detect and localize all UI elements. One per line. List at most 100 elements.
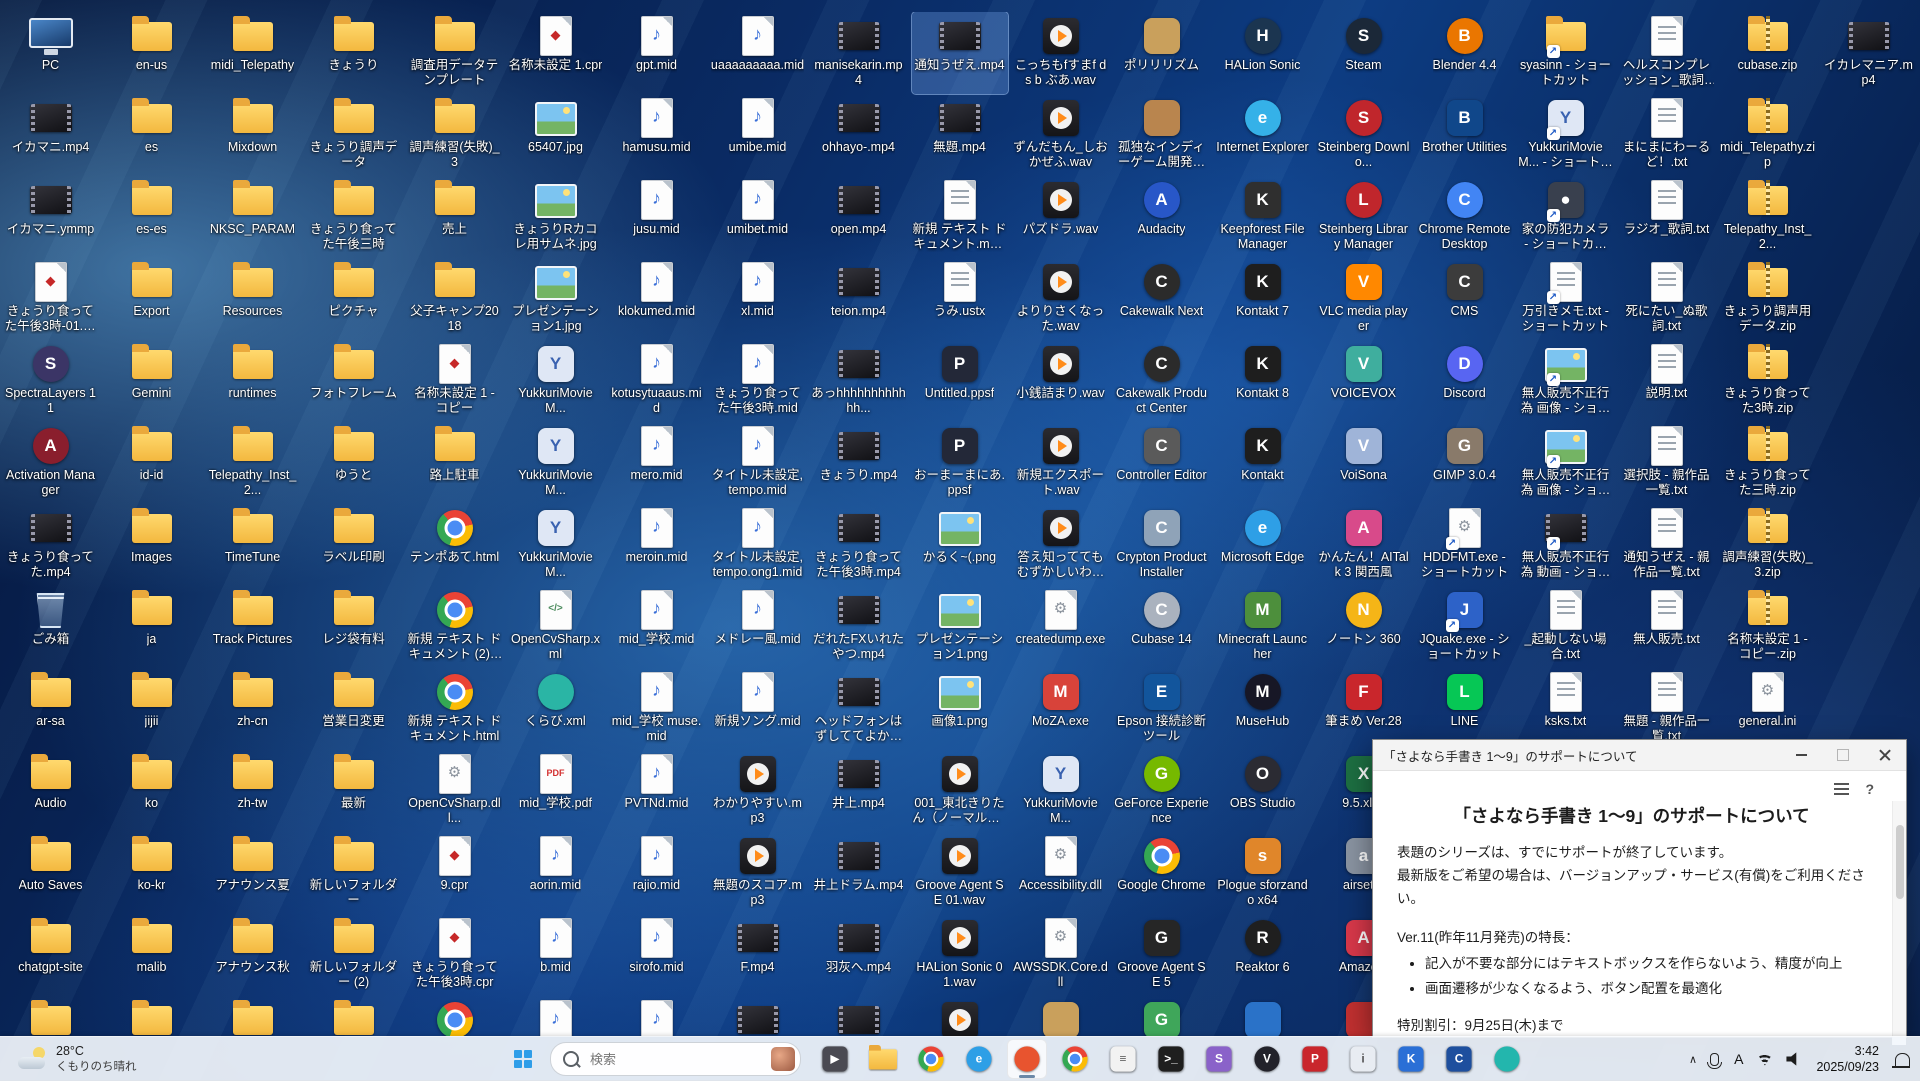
desktop-icon[interactable] <box>306 996 402 1036</box>
desktop-icon[interactable]: SSteam <box>1316 12 1412 94</box>
desktop-icon[interactable]: 路上駐車 <box>407 422 503 504</box>
desktop-icon[interactable]: LSteinberg Library Manager <box>1316 176 1412 258</box>
desktop-icon[interactable]: 父子キャンプ2018 <box>407 258 503 340</box>
tray-chevron-icon[interactable]: ∧ <box>1689 1053 1697 1066</box>
desktop-icon[interactable]: 新しいフォルダー <box>306 832 402 914</box>
desktop-icon[interactable]: ar-sa <box>3 668 99 750</box>
desktop-icon[interactable]: TimeTune <box>205 504 301 586</box>
desktop-icon[interactable]: ♪mid_学校.mid <box>609 586 705 668</box>
desktop-icon[interactable] <box>104 996 200 1036</box>
desktop-icon[interactable]: 65407.jpg <box>508 94 604 176</box>
desktop-icon[interactable]: こっちもfすまf d s b ぶあ.wav <box>1013 12 1109 94</box>
desktop-icon[interactable] <box>1215 996 1311 1036</box>
desktop-icon[interactable]: ⚙OpenCvSharp.dll... <box>407 750 503 832</box>
desktop-icon[interactable]: 無題 - 親作品一覧.txt <box>1619 668 1715 750</box>
desktop-icon[interactable]: フォトフレーム <box>306 340 402 422</box>
desktop-icon[interactable]: Images <box>104 504 200 586</box>
taskbar-app-browser-2[interactable] <box>1055 1039 1095 1079</box>
desktop-icon[interactable]: KKontakt 7 <box>1215 258 1311 340</box>
dialog-titlebar[interactable]: 「さよなら手書き 1〜9」のサポートについて <box>1373 740 1906 771</box>
taskbar-app-voicevox[interactable]: V <box>1247 1039 1287 1079</box>
desktop-icon[interactable]: VVLC media player <box>1316 258 1412 340</box>
desktop-icon[interactable]: 無題.mp4 <box>912 94 1008 176</box>
desktop-icon[interactable]: GGeForce Experience <box>1114 750 1210 832</box>
desktop-icon[interactable]: きょうり調声データ <box>306 94 402 176</box>
desktop-icon[interactable]: ⚙Accessibility.dll <box>1013 832 1109 914</box>
desktop-icon[interactable]: YYukkuriMovieM... <box>508 422 604 504</box>
desktop-icon[interactable]: G <box>1114 996 1210 1036</box>
desktop-icon[interactable]: 001_東北きりたん（ノーマル）_少しキ... <box>912 750 1008 832</box>
desktop-icon[interactable]: CCrypton Product Installer <box>1114 504 1210 586</box>
desktop-icon[interactable]: イカマニ.ymmp <box>3 176 99 258</box>
desktop-icon[interactable]: _起動しない場合.txt <box>1518 586 1614 668</box>
taskbar-app-music-app[interactable] <box>1007 1039 1047 1079</box>
desktop-icon[interactable]: ♪タイトル未設定, tempo.ong1.mid <box>710 504 806 586</box>
desktop-icon[interactable]: CCubase 14 <box>1114 586 1210 668</box>
desktop-icon[interactable]: YYukkuriMovieM... <box>1013 750 1109 832</box>
desktop-icon[interactable]: ♪mid_学校 muse.mid <box>609 668 705 750</box>
desktop-icon[interactable]: ♪sirofo.mid <box>609 914 705 996</box>
desktop-icon[interactable]: 売上 <box>407 176 503 258</box>
desktop-icon[interactable]: だれたFXいれたやつ.mp4 <box>811 586 907 668</box>
desktop-icon[interactable]: 調査用データテンプレート <box>407 12 503 94</box>
desktop-icon[interactable]: 井上.mp4 <box>811 750 907 832</box>
desktop-icon[interactable]: ♪xl.mid <box>710 258 806 340</box>
desktop-icon[interactable]: eInternet Explorer <box>1215 94 1311 176</box>
desktop-icon[interactable]: midi_Telepathy <box>205 12 301 94</box>
desktop-icon[interactable]: 調声練習(失敗)_3 <box>407 94 503 176</box>
desktop-icon[interactable]: Nノートン 360 <box>1316 586 1412 668</box>
desktop-icon[interactable]: ⚙general.ini <box>1720 668 1816 750</box>
desktop-icon[interactable]: sPlogue sforzando x64 <box>1215 832 1311 914</box>
desktop-icon[interactable]: ♪タイトル未設定, tempo.mid <box>710 422 806 504</box>
desktop-icon[interactable]: Telepathy_Inst_2... <box>1720 176 1816 258</box>
desktop-icon[interactable]: ♪ <box>508 996 604 1036</box>
desktop-icon[interactable]: 説明.txt <box>1619 340 1715 422</box>
desktop-icon[interactable]: Audio <box>3 750 99 832</box>
desktop-icon[interactable]: ♪新規ソング.mid <box>710 668 806 750</box>
desktop-icon[interactable]: ♪mero.mid <box>609 422 705 504</box>
desktop-icon[interactable]: ピクチャ <box>306 258 402 340</box>
desktop-icon[interactable]: CController Editor <box>1114 422 1210 504</box>
desktop-icon[interactable]: ♪uaaaaaaaaa.mid <box>710 12 806 94</box>
taskbar-app-media-app[interactable]: ▶ <box>815 1039 855 1079</box>
desktop-icon[interactable]: 調声練習(失敗)_3.zip <box>1720 504 1816 586</box>
desktop-icon[interactable]: 新規 テキスト ドキュメント.html <box>407 668 503 750</box>
desktop-icon[interactable]: CCakewalk Product Center <box>1114 340 1210 422</box>
desktop-icon[interactable]: ♪メドレー風.mid <box>710 586 806 668</box>
desktop-icon[interactable]: ♪きょうり食ってた午後3時.mid <box>710 340 806 422</box>
desktop-icon[interactable]: 羽灰へ.mp4 <box>811 914 907 996</box>
help-icon[interactable]: ? <box>1865 781 1874 797</box>
taskbar-app-chrome[interactable] <box>911 1039 951 1079</box>
desktop-icon[interactable]: ↗syasinn - ショートカット <box>1518 12 1614 94</box>
desktop-icon[interactable]: LLINE <box>1417 668 1513 750</box>
desktop-icon[interactable]: eMicrosoft Edge <box>1215 504 1311 586</box>
desktop-icon[interactable]: きょうり食ってた午後三時 <box>306 176 402 258</box>
desktop-icon[interactable]: ♪meroin.mid <box>609 504 705 586</box>
desktop-icon[interactable]: 最新 <box>306 750 402 832</box>
desktop-icon[interactable]: きょうり食ってた.mp4 <box>3 504 99 586</box>
desktop-icon[interactable]: VVoiSona <box>1316 422 1412 504</box>
desktop-icon[interactable]: ♪kotusytuaaus.mid <box>609 340 705 422</box>
desktop-icon[interactable]: ヘッドフォンはずしててよかった.mp4 <box>811 668 907 750</box>
desktop-icon[interactable]: id-id <box>104 422 200 504</box>
desktop-icon[interactable]: ◆名称未設定 1.cpr <box>508 12 604 94</box>
microphone-icon[interactable] <box>1710 1053 1719 1066</box>
desktop-icon[interactable]: chatgpt-site <box>3 914 99 996</box>
desktop-icon[interactable]: ゆうと <box>306 422 402 504</box>
desktop-icon[interactable]: 孤独なインディーゲーム開発者の一生... <box>1114 94 1210 176</box>
desktop-icon[interactable]: きょうり <box>306 12 402 94</box>
desktop-icon[interactable]: CChrome Remote Desktop <box>1417 176 1513 258</box>
tray-clock[interactable]: 3:42 2025/09/23 <box>1816 1043 1879 1076</box>
desktop-icon[interactable]: KKeepforest File Manager <box>1215 176 1311 258</box>
desktop-icon[interactable]: アナウンス夏 <box>205 832 301 914</box>
taskbar-app-light-app[interactable]: i <box>1343 1039 1383 1079</box>
desktop-icon[interactable]: NKSC_PARAM <box>205 176 301 258</box>
desktop-icon[interactable]: HALion Sonic 01.wav <box>912 914 1008 996</box>
desktop-icon[interactable]: イカマニ.mp4 <box>3 94 99 176</box>
desktop-icon[interactable]: きょうり食ってた三時.zip <box>1720 422 1816 504</box>
taskbar-app-edge[interactable]: e <box>959 1039 999 1079</box>
desktop-icon[interactable]: midi_Telepathy.zip <box>1720 94 1816 176</box>
desktop-icon[interactable]: 通知うぜえ.mp4 <box>912 12 1008 94</box>
desktop-icon[interactable]: DDiscord <box>1417 340 1513 422</box>
desktop-icon[interactable]: ♪rajio.mid <box>609 832 705 914</box>
